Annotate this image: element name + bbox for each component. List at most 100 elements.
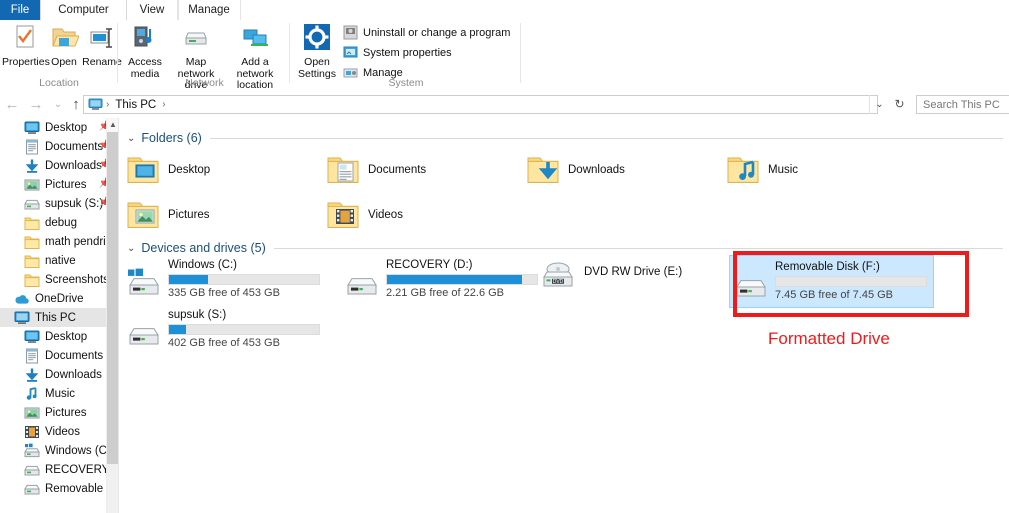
uninstall-icon — [343, 25, 358, 40]
sidebar-item-music[interactable]: Music — [0, 384, 118, 403]
sidebar-item-removable-disk[interactable]: Removable Disk — [0, 479, 118, 498]
sidebar-item-windows-c[interactable]: Windows (C:) — [0, 441, 118, 460]
sidebar-item-onedrive[interactable]: OneDrive — [0, 289, 118, 308]
dvd-drive-icon: DVD — [541, 260, 575, 293]
drive-item-windows-c[interactable]: Windows (C:) 335 GB free of 453 GB — [127, 258, 320, 301]
forward-arrow-icon[interactable]: → — [26, 95, 46, 115]
folder-videos-icon — [327, 197, 359, 232]
map-network-drive-icon — [168, 23, 224, 56]
sidebar-item-recovery-d[interactable]: RECOVERY (D:) — [0, 460, 118, 479]
removable-drive-icon — [734, 270, 768, 303]
sidebar-item-label: Documents — [45, 140, 104, 153]
folder-item-label: Videos — [368, 208, 403, 221]
sidebar-item-this-pc[interactable]: This PC — [0, 308, 118, 327]
breadcrumb-this-pc[interactable]: This PC — [115, 99, 156, 111]
drive-icon — [345, 268, 379, 301]
drive-icon — [24, 462, 40, 478]
address-bar: ← → ⌄ ↑ › This PC › ⌄ ↻ Search This PC — [0, 91, 1009, 119]
ribbon-group-network: Access media Map network drive Add a net… — [119, 20, 290, 91]
videos-icon — [24, 424, 40, 440]
drive-item-dvd-rw-drive-e[interactable]: DVD DVD RW Drive (E:) — [541, 258, 682, 293]
sidebar-item-pictures[interactable]: Pictures 📌 — [0, 175, 118, 194]
folder-item-videos[interactable]: Videos — [327, 197, 403, 232]
group-rule — [209, 137, 1003, 139]
sidebar-item-desktop[interactable]: Desktop — [0, 327, 118, 346]
recent-locations-chevron-down-icon[interactable]: ⌄ — [48, 95, 68, 115]
folder-icon — [24, 272, 40, 288]
back-arrow-icon[interactable]: ← — [2, 95, 22, 115]
ribbon-tab-strip: File Computer View Manage — [0, 0, 1009, 21]
sidebar-item-native[interactable]: native — [0, 251, 118, 270]
open-button[interactable]: Open — [48, 23, 80, 69]
group-rule — [273, 247, 1003, 249]
chevron-down-icon[interactable]: ⌄ — [127, 243, 135, 254]
sidebar-item-debug[interactable]: debug — [0, 213, 118, 232]
tab-computer[interactable]: Computer — [40, 0, 127, 21]
sidebar-item-label: Desktop — [45, 330, 88, 343]
tab-view[interactable]: View — [125, 0, 179, 20]
tab-manage[interactable]: Manage — [177, 0, 241, 20]
breadcrumb-separator: › — [106, 99, 110, 110]
system-properties-label: System properties — [363, 46, 452, 59]
folder-item-documents[interactable]: Documents — [327, 152, 426, 187]
sidebar-item-math-pendrive[interactable]: math pendrive — [0, 232, 118, 251]
folder-item-downloads[interactable]: Downloads — [527, 152, 625, 187]
add-network-location-icon — [224, 23, 286, 56]
tab-file[interactable]: File — [0, 0, 40, 20]
refresh-icon[interactable]: ↻ — [890, 95, 909, 114]
sidebar-item-downloads[interactable]: Downloads — [0, 365, 118, 384]
chevron-down-icon[interactable]: ⌄ — [127, 133, 135, 144]
folder-item-desktop[interactable]: Desktop — [127, 152, 210, 187]
sidebar-item-documents[interactable]: Documents 📌 — [0, 137, 118, 156]
drive-item-recovery-d[interactable]: RECOVERY (D:) 2.21 GB free of 22.6 GB — [345, 258, 538, 301]
drive-free-space: 402 GB free of 453 GB — [168, 337, 280, 349]
ribbon-group-system: Open Settings Uninstall or change a prog… — [291, 20, 521, 91]
folders-group-title: Folders (6) — [141, 131, 202, 145]
downloads-icon — [24, 158, 40, 174]
search-input[interactable]: Search This PC — [916, 95, 1009, 114]
sidebar-item-supsuk-s[interactable]: supsuk (S:) 📌 — [0, 194, 118, 213]
drives-group-title: Devices and drives (5) — [141, 241, 266, 255]
folder-icon — [24, 234, 40, 250]
sidebar-item-pictures[interactable]: Pictures — [0, 403, 118, 422]
music-icon — [24, 386, 40, 402]
properties-button[interactable]: Properties — [2, 23, 50, 69]
folders-group-header[interactable]: ⌄ Folders (6) — [127, 130, 1003, 146]
folder-icon — [24, 215, 40, 231]
pictures-icon — [24, 405, 40, 421]
open-settings-button[interactable]: Open Settings — [295, 23, 339, 80]
properties-label: Properties — [2, 56, 50, 68]
system-properties-icon — [343, 45, 358, 60]
navigation-pane[interactable]: Desktop 📌 Documents 📌 Downloads 📌 Pictures 📌 sup… — [0, 118, 118, 513]
drive-capacity-bar — [168, 274, 320, 285]
sidebar-item-label: Downloads — [45, 368, 102, 381]
sidebar-item-videos[interactable]: Videos — [0, 422, 118, 441]
system-properties-item[interactable]: System properties — [343, 45, 452, 60]
folder-item-label: Downloads — [568, 163, 625, 176]
search-placeholder: Search This PC — [923, 99, 1000, 111]
access-media-icon — [122, 23, 168, 56]
drive-item-removable-disk-f[interactable]: Removable Disk (F:) 7.45 GB free of 7.45 … — [729, 255, 934, 308]
sidebar-item-label: Desktop — [45, 121, 88, 134]
folder-item-music[interactable]: Music — [727, 152, 798, 187]
folder-documents-icon — [327, 152, 359, 187]
sidebar-item-label: Windows (C:) — [45, 444, 115, 457]
ribbon-divider — [289, 23, 290, 83]
open-folder-icon — [48, 23, 80, 56]
breadcrumb-separator-trailing[interactable]: › — [162, 99, 165, 110]
sidebar-item-label: Pictures — [45, 406, 87, 419]
drives-group-header[interactable]: ⌄ Devices and drives (5) — [127, 240, 1003, 256]
sidebar-item-downloads[interactable]: Downloads 📌 — [0, 156, 118, 175]
sidebar-item-desktop[interactable]: Desktop 📌 — [0, 118, 118, 137]
folder-item-pictures[interactable]: Pictures — [127, 197, 210, 232]
sidebar-item-screenshots[interactable]: Screenshots — [0, 270, 118, 289]
drive-item-supsuk-s[interactable]: supsuk (S:) 402 GB free of 453 GB — [127, 308, 320, 351]
sidebar-item-label: Downloads — [45, 159, 102, 172]
sidebar-item-label: native — [45, 254, 76, 267]
sidebar-item-documents[interactable]: Documents — [0, 346, 118, 365]
address-dropdown-chevron-down-icon[interactable]: ⌄ — [869, 95, 889, 114]
access-media-button[interactable]: Access media — [122, 23, 168, 80]
breadcrumb[interactable]: › This PC › — [83, 95, 878, 114]
folder-desktop-icon — [127, 152, 159, 187]
uninstall-program-item[interactable]: Uninstall or change a program — [343, 25, 510, 40]
